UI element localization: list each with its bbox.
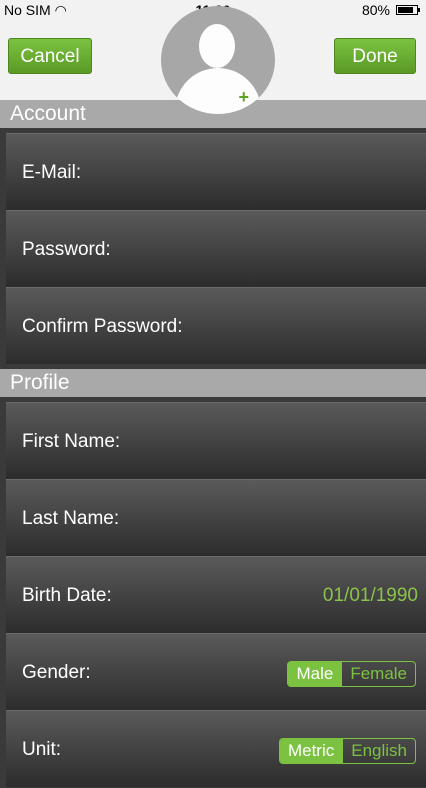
unit-option-metric[interactable]: Metric — [279, 739, 343, 763]
gender-label: Gender: — [22, 662, 91, 683]
done-button[interactable]: Done — [334, 38, 416, 74]
avatar-picker[interactable]: + — [161, 6, 275, 114]
gender-option-female[interactable]: Female — [341, 662, 415, 686]
section-header-profile: Profile — [0, 369, 426, 397]
unit-segmented-control: Metric English — [278, 738, 416, 764]
unit-label: Unit: — [22, 739, 62, 760]
unit-option-english[interactable]: English — [342, 739, 415, 763]
email-label: E-Mail: — [22, 162, 82, 183]
cancel-button[interactable]: Cancel — [8, 38, 92, 74]
confirm-password-field[interactable]: Confirm Password: — [6, 287, 426, 364]
last-name-field[interactable]: Last Name: — [6, 479, 426, 556]
unit-row: Unit: Metric English — [6, 710, 426, 787]
avatar-head-icon — [199, 24, 235, 68]
battery-percent: 80% — [361, 2, 390, 18]
gender-segmented-control: Male Female — [287, 661, 416, 687]
gender-option-male[interactable]: Male — [288, 662, 342, 686]
password-field[interactable]: Password: — [6, 210, 426, 287]
gender-row: Gender: Male Female — [6, 633, 426, 710]
birth-date-value: 01/01/1990 — [322, 585, 418, 606]
email-field[interactable]: E-Mail: — [6, 133, 426, 210]
first-name-label: First Name: — [22, 431, 121, 452]
password-label: Password: — [22, 239, 111, 260]
first-name-field[interactable]: First Name: — [6, 402, 426, 479]
confirm-password-label: Confirm Password: — [22, 316, 183, 337]
birth-date-label: Birth Date: — [22, 585, 112, 606]
add-photo-icon: + — [238, 87, 249, 107]
birth-date-field[interactable]: Birth Date: 01/01/1990 — [6, 556, 426, 633]
battery-icon — [396, 5, 420, 15]
last-name-label: Last Name: — [22, 508, 120, 529]
